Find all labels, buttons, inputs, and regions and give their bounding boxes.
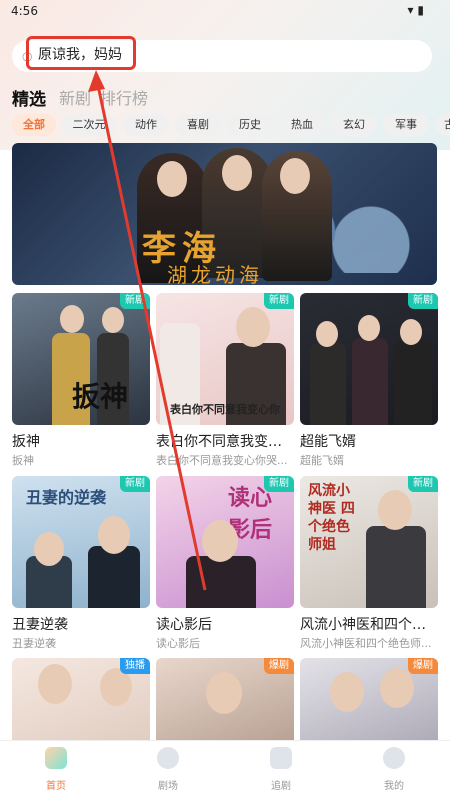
poster-face [316,321,338,347]
drama-card[interactable]: 表白你不同意我变心你 新剧 0热度 表白你不同意我变心... 表白你不同意我变心… [156,293,294,473]
nav-theater[interactable]: 剧场 [112,747,224,792]
drama-poster: 表白你不同意我变心你 [156,293,294,425]
banner-face [157,161,187,197]
status-bar: 4:56 ▾ ▮ [0,0,450,22]
drama-title: 读心影后 [156,617,212,633]
drama-card[interactable]: 扳神 新剧 0热度 扳神 扳神 [12,293,150,473]
tab-featured[interactable]: 精选 [12,85,46,110]
drama-subtitle: 风流小神医和四个绝色师... [300,637,432,650]
badge-exclusive: 独播 [120,658,150,674]
poster-figure [310,343,346,425]
poster-face [34,532,64,566]
poster-face [60,305,84,333]
poster-face [380,668,414,708]
drama-subtitle: 读心影后 [156,637,200,650]
drama-card[interactable]: 爆剧 [300,658,438,740]
badge-new: 新剧 [408,476,438,492]
category-chip[interactable]: 二次元 [62,114,116,136]
status-icons: ▾ ▮ [407,3,424,17]
poster-face [236,307,270,347]
drama-subtitle: 表白你不同意我变心你哭... [156,454,288,467]
category-chip[interactable]: 军事 [383,114,429,136]
drama-card[interactable]: 独播 [12,658,150,740]
theater-icon [157,747,179,769]
drama-card[interactable]: 爆剧 [156,658,294,740]
nav-theater-label: 剧场 [158,781,178,792]
poster-figure [366,526,426,608]
poster-face [206,672,242,714]
status-time: 4:56 [11,4,38,18]
poster-figure [186,556,256,608]
category-chip[interactable]: 热血 [279,114,325,136]
nav-home-label: 首页 [46,781,66,792]
featured-banner[interactable]: 李海 湖龙动海 [12,143,437,285]
drama-title: 表白你不同意我变心... [156,434,294,450]
category-chip[interactable]: 动作 [123,114,169,136]
nav-follow-label: 追剧 [271,781,291,792]
drama-card[interactable]: 读心影后 新剧 0热度 读心影后 读心影后 [156,476,294,656]
category-chip[interactable]: 喜剧 [175,114,221,136]
nav-follow[interactable]: 追剧 [225,747,337,792]
annotation-highlight-box [26,36,136,70]
poster-face [38,664,72,704]
drama-subtitle: 超能飞婿 [300,454,344,467]
tab-new[interactable]: 新剧 [59,85,91,109]
banner-face [222,155,252,191]
poster-face [378,490,412,530]
drama-card[interactable]: 风流小神医 四个绝色师姐 新剧 0热度 风流小神医和四个绝... 风流小神医和四… [300,476,438,656]
banner-face [280,158,310,194]
drama-title: 丑妻逆袭 [12,617,68,633]
badge-new: 新剧 [120,476,150,492]
drama-subtitle: 丑妻逆袭 [12,637,56,650]
drama-subtitle: 扳神 [12,454,34,467]
poster-face [102,307,124,333]
bottom-navigation: 首页 剧场 追剧 我的 [0,740,450,801]
drama-poster: 读心影后 [156,476,294,608]
nav-profile-label: 我的 [384,781,404,792]
category-chip-all[interactable]: 全部 [12,114,56,136]
poster-title: 风流小神医 四个绝色师姐 [308,483,355,553]
drama-poster: 风流小神医 四个绝色师姐 [300,476,438,608]
nav-home[interactable]: 首页 [0,747,112,792]
badge-new: 新剧 [264,293,294,309]
banner-subtitle: 湖龙动海 [167,263,263,285]
badge-new: 新剧 [120,293,150,309]
badge-new: 新剧 [408,293,438,309]
category-chip[interactable]: 历史 [227,114,273,136]
nav-profile[interactable]: 我的 [338,747,450,792]
play-icon [270,747,292,769]
category-filter: 全部 二次元 动作 喜剧 历史 热血 玄幻 军事 古言 [12,114,450,136]
drama-title: 超能飞婿 [300,434,356,450]
drama-card[interactable]: 新剧 0热度 超能飞婿 超能飞婿 [300,293,438,473]
poster-figure [352,338,388,425]
drama-title: 风流小神医和四个绝... [300,617,438,633]
home-icon [45,747,67,769]
badge-hot: 爆剧 [408,658,438,674]
tab-ranking[interactable]: 排行榜 [100,85,148,109]
category-chip[interactable]: 玄幻 [331,114,377,136]
poster-title: 丑妻的逆袭 [26,488,107,507]
poster-figure [394,341,432,425]
drama-poster [300,293,438,425]
poster-face [330,672,364,712]
poster-face [400,319,422,345]
badge-hot: 爆剧 [264,658,294,674]
poster-face [202,520,238,562]
drama-poster: 丑妻的逆袭 [12,476,150,608]
drama-title: 扳神 [12,434,40,450]
poster-figure [88,546,140,608]
category-chip[interactable]: 古言 [435,114,450,136]
badge-new: 新剧 [264,476,294,492]
poster-title: 扳神 [72,380,129,413]
poster-title: 表白你不同意我变心你 [170,403,280,416]
drama-card[interactable]: 丑妻的逆袭 新剧 0热度 丑妻逆袭 丑妻逆袭 [12,476,150,656]
profile-icon [383,747,405,769]
poster-face [98,516,130,554]
poster-face [358,315,380,341]
drama-poster: 扳神 [12,293,150,425]
